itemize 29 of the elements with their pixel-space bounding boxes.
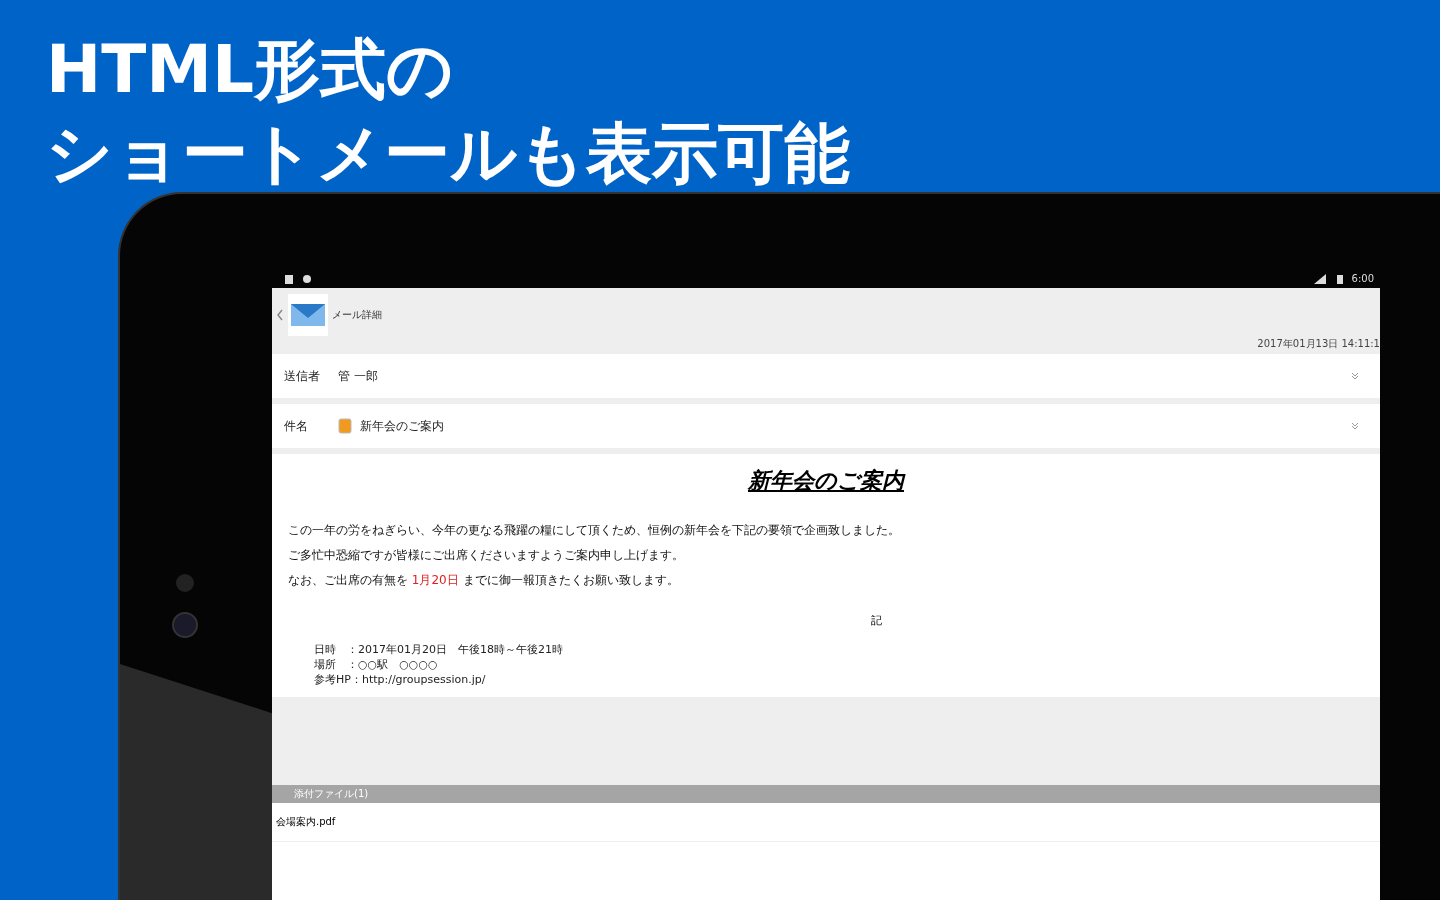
detail-line: 参考HP：http://groupsession.jp/ bbox=[313, 672, 487, 687]
field-label: 送信者 bbox=[284, 367, 321, 385]
signal-icon bbox=[1313, 273, 1328, 284]
attachments-label: 添付ファイル(1) bbox=[294, 787, 369, 801]
field-value: 新年会のご案内 bbox=[360, 417, 445, 435]
camera-icon bbox=[172, 612, 198, 638]
headline: ショートメールも表示可能 bbox=[46, 114, 851, 194]
attachment-file[interactable]: 会場案内.pdf bbox=[272, 803, 1380, 842]
message-title: 新年会のご案内 bbox=[746, 467, 907, 495]
notification-icon bbox=[302, 274, 312, 284]
mail-date: 2017年01月13日 14:11:1 bbox=[1257, 337, 1380, 351]
field-value: 管 一郎 bbox=[338, 367, 379, 385]
field-label: 件名 bbox=[284, 417, 309, 435]
detail-line: 日時 ：2017年01月20日 午後18時～午後21時 bbox=[313, 642, 564, 657]
message-paragraph: なお、ご出席の有無を 1月20日 までに御一報頂きたくお願い致します。 bbox=[288, 572, 680, 589]
document-icon bbox=[338, 418, 352, 434]
headline: HTML形式の bbox=[46, 30, 455, 110]
sensor-icon bbox=[176, 574, 194, 592]
battery-icon bbox=[1335, 273, 1344, 284]
message-paragraph: この一年の労をねぎらい、今年の更なる飛躍の糧にして頂くため、恒例の新年会を下記の要領で企画致しました。 bbox=[288, 522, 901, 539]
expand-icon[interactable] bbox=[1350, 371, 1360, 381]
screen-title: メール詳細 bbox=[332, 308, 382, 322]
message-paragraph: ご多忙中恐縮ですが皆様にご出席くださいますようご案内申し上げます。 bbox=[288, 547, 685, 564]
expand-icon[interactable] bbox=[1350, 421, 1360, 431]
status-time: 6:00 bbox=[1351, 273, 1374, 284]
note-mark: 記 bbox=[869, 613, 883, 628]
back-icon[interactable] bbox=[276, 308, 284, 322]
envelope-icon bbox=[288, 294, 328, 336]
detail-line: 場所 ：○○駅 ○○○○ bbox=[313, 657, 439, 672]
